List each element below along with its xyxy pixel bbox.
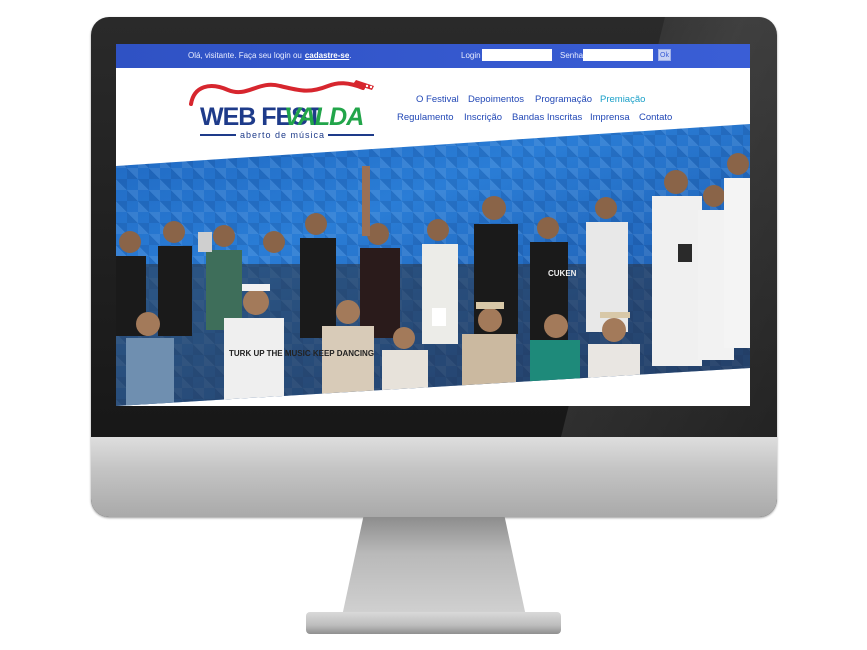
person-figures	[116, 153, 750, 406]
ok-button[interactable]: Ok	[658, 49, 671, 61]
logo-valda: VALDA	[284, 103, 364, 131]
logo-underline-left	[200, 134, 236, 136]
nav-programacao[interactable]: Programação	[535, 94, 592, 105]
hero-banner: TURK UP THE MUSIC KEEP DANCING CUKEN	[116, 124, 750, 406]
greeting: Olá, visitante. Faça seu login ou cadastr…	[188, 51, 352, 60]
nav-regulamento[interactable]: Regulamento	[397, 112, 454, 123]
password-label: Senha	[560, 51, 584, 60]
logo-underline-right	[328, 134, 374, 136]
site-logo[interactable]: WEB FEST VALDA aberto de música	[188, 74, 378, 140]
monitor-stand	[341, 517, 527, 621]
nav-bandas-inscritas[interactable]: Bandas Inscritas	[512, 112, 582, 123]
nav-premiacao[interactable]: Premiação	[600, 94, 645, 105]
password-input[interactable]	[583, 49, 653, 61]
monitor-chin	[91, 437, 777, 517]
nav-imprensa[interactable]: Imprensa	[590, 112, 630, 123]
shirt-text: TURK UP THE MUSIC KEEP DANCING	[229, 349, 374, 358]
login-input[interactable]	[482, 49, 552, 61]
nav-inscricao[interactable]: Inscrição	[464, 112, 502, 123]
group-photo: TURK UP THE MUSIC KEEP DANCING CUKEN	[116, 153, 750, 406]
greeting-text: Olá, visitante. Faça seu login ou	[188, 51, 302, 60]
monitor-base	[306, 612, 561, 634]
login-bar: Olá, visitante. Faça seu login ou cadastr…	[116, 44, 750, 68]
greeting-end: .	[349, 51, 352, 60]
badge-text: CUKEN	[548, 269, 577, 278]
login-label: Login	[461, 51, 481, 60]
nav-depoimentos[interactable]: Depoimentos	[468, 94, 524, 105]
website-screen: Olá, visitante. Faça seu login ou cadastr…	[116, 44, 750, 406]
nav-o-festival[interactable]: O Festival	[416, 94, 459, 105]
register-link[interactable]: cadastre-se	[305, 51, 349, 60]
logo-subtitle: aberto de música	[240, 130, 326, 140]
nav-contato[interactable]: Contato	[639, 112, 672, 123]
